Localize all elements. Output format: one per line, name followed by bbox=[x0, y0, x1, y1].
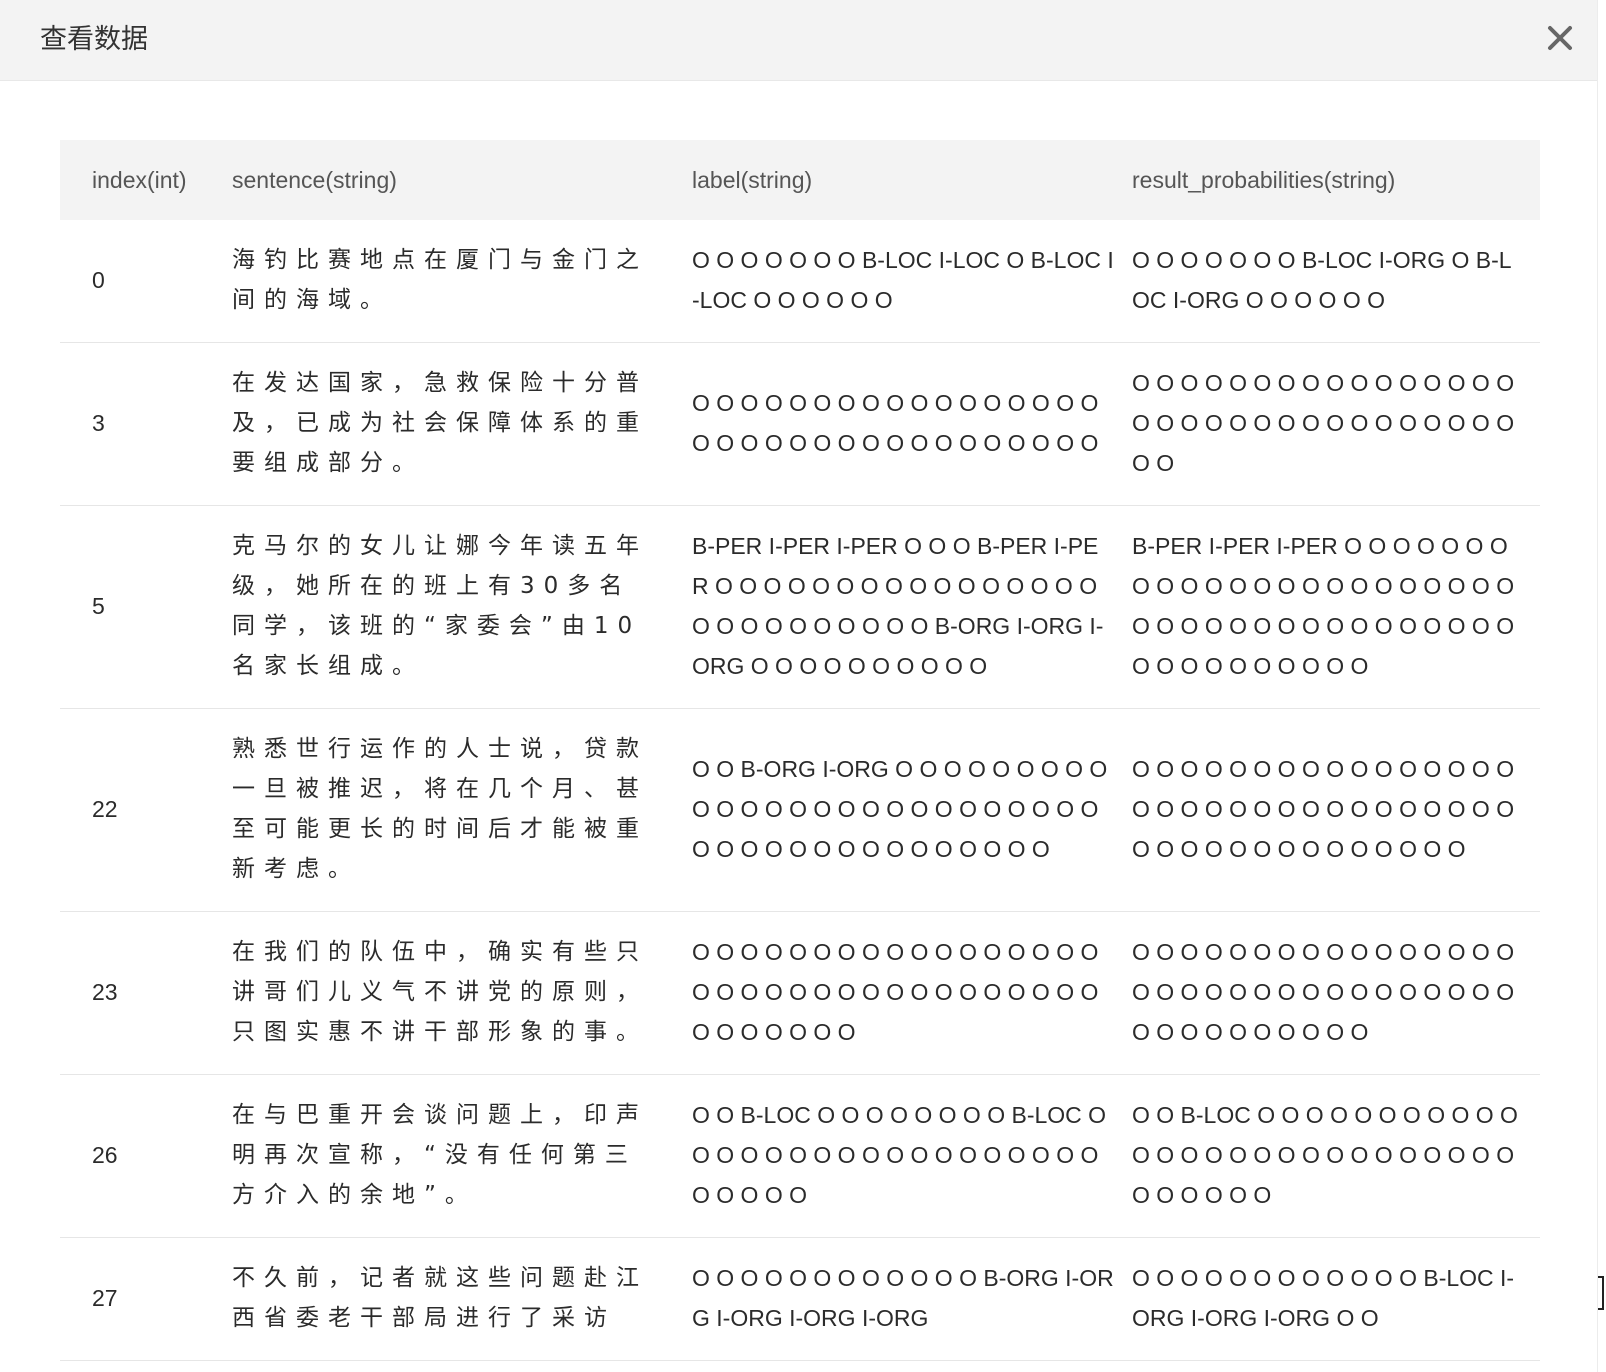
cell-label: O O O O O O O O O O O O B-ORG I-ORG I-OR… bbox=[692, 1237, 1132, 1361]
cell-sentence: 不久前，记者就这些问题赴江西省委老干部局进行了采访 bbox=[232, 1237, 692, 1361]
table-body: 0 海钓比赛地点在厦门与金门之间的海域。 O O O O O O O B-LOC… bbox=[60, 220, 1540, 1361]
cell-sentence: 在与巴重开会谈问题上，印声明再次宣称，“没有任何第三方介入的余地”。 bbox=[232, 1074, 692, 1238]
table-row: 23 在我们的队伍中，确实有些只讲哥们儿义气不讲党的原则，只图实惠不讲干部形象的… bbox=[60, 911, 1540, 1075]
column-header-sentence[interactable]: sentence(string) bbox=[232, 140, 692, 220]
cell-result-probabilities: O O O O O O O O O O O O O O O O O O O O … bbox=[1132, 342, 1540, 506]
data-table: index(int) sentence(string) label(string… bbox=[60, 140, 1540, 1361]
cell-index: 0 bbox=[60, 220, 232, 343]
table-header: index(int) sentence(string) label(string… bbox=[60, 140, 1540, 220]
cell-label: O O B-ORG I-ORG O O O O O O O O O O O O … bbox=[692, 708, 1132, 912]
cell-label: O O O O O O O B-LOC I-LOC O B-LOC I-LOC … bbox=[692, 220, 1132, 343]
cell-sentence: 熟悉世行运作的人士说，贷款一旦被推迟，将在几个月、甚至可能更长的时间后才能被重新… bbox=[232, 708, 692, 912]
close-icon bbox=[1548, 26, 1572, 50]
cell-result-probabilities: B-PER I-PER I-PER O O O O O O O O O O O … bbox=[1132, 505, 1540, 709]
view-data-dialog: 查看数据 index(int) sentence(string) label(s… bbox=[0, 0, 1597, 1372]
cell-index: 5 bbox=[60, 505, 232, 709]
cell-result-probabilities: O O O O O O O O O O O O O O O O O O O O … bbox=[1132, 911, 1540, 1075]
cell-result-probabilities: O O O O O O O B-LOC I-ORG O B-LOC I-ORG … bbox=[1132, 220, 1540, 343]
table-row: 22 熟悉世行运作的人士说，贷款一旦被推迟，将在几个月、甚至可能更长的时间后才能… bbox=[60, 708, 1540, 912]
table-row: 3 在发达国家，急救保险十分普及，已成为社会保障体系的重要组成部分。 O O O… bbox=[60, 342, 1540, 506]
cell-label: O O O O O O O O O O O O O O O O O O O O … bbox=[692, 911, 1132, 1075]
column-header-result-probabilities[interactable]: result_probabilities(string) bbox=[1132, 140, 1540, 220]
window-edge bbox=[1597, 0, 1606, 1372]
table-row: 26 在与巴重开会谈问题上，印声明再次宣称，“没有任何第三方介入的余地”。 O … bbox=[60, 1074, 1540, 1238]
cell-result-probabilities: O O B-LOC O O O O O O O O O O O O O O O … bbox=[1132, 1074, 1540, 1238]
column-header-label[interactable]: label(string) bbox=[692, 140, 1132, 220]
cell-label: O O B-LOC O O O O O O O O B-LOC O O O O … bbox=[692, 1074, 1132, 1238]
cell-sentence: 克马尔的女儿让娜今年读五年级，她所在的班上有30多名同学，该班的“家委会”由10… bbox=[232, 505, 692, 709]
dialog-title: 查看数据 bbox=[40, 24, 148, 55]
cell-index: 3 bbox=[60, 342, 232, 506]
cell-result-probabilities: O O O O O O O O O O O O O O O O O O O O … bbox=[1132, 708, 1540, 912]
column-header-index[interactable]: index(int) bbox=[60, 140, 232, 220]
cell-index: 23 bbox=[60, 911, 232, 1075]
cell-result-probabilities: O O O O O O O O O O O O B-LOC I-ORG I-OR… bbox=[1132, 1237, 1540, 1361]
cell-label: B-PER I-PER I-PER O O O B-PER I-PER O O … bbox=[692, 505, 1132, 709]
cell-label: O O O O O O O O O O O O O O O O O O O O … bbox=[692, 342, 1132, 506]
dialog-header: 查看数据 bbox=[0, 0, 1597, 81]
cell-sentence: 在发达国家，急救保险十分普及，已成为社会保障体系的重要组成部分。 bbox=[232, 342, 692, 506]
table-row: 27 不久前，记者就这些问题赴江西省委老干部局进行了采访 O O O O O O… bbox=[60, 1237, 1540, 1361]
table-row: 0 海钓比赛地点在厦门与金门之间的海域。 O O O O O O O B-LOC… bbox=[60, 220, 1540, 343]
cell-index: 22 bbox=[60, 708, 232, 912]
close-button[interactable] bbox=[1542, 20, 1578, 56]
cell-index: 27 bbox=[60, 1237, 232, 1361]
header-row: index(int) sentence(string) label(string… bbox=[60, 140, 1540, 220]
table-row: 5 克马尔的女儿让娜今年读五年级，她所在的班上有30多名同学，该班的“家委会”由… bbox=[60, 505, 1540, 709]
cell-index: 26 bbox=[60, 1074, 232, 1238]
data-table-container: index(int) sentence(string) label(string… bbox=[60, 140, 1540, 1361]
cell-sentence: 在我们的队伍中，确实有些只讲哥们儿义气不讲党的原则，只图实惠不讲干部形象的事。 bbox=[232, 911, 692, 1075]
cell-sentence: 海钓比赛地点在厦门与金门之间的海域。 bbox=[232, 220, 692, 343]
resize-handle[interactable] bbox=[1598, 1276, 1604, 1310]
